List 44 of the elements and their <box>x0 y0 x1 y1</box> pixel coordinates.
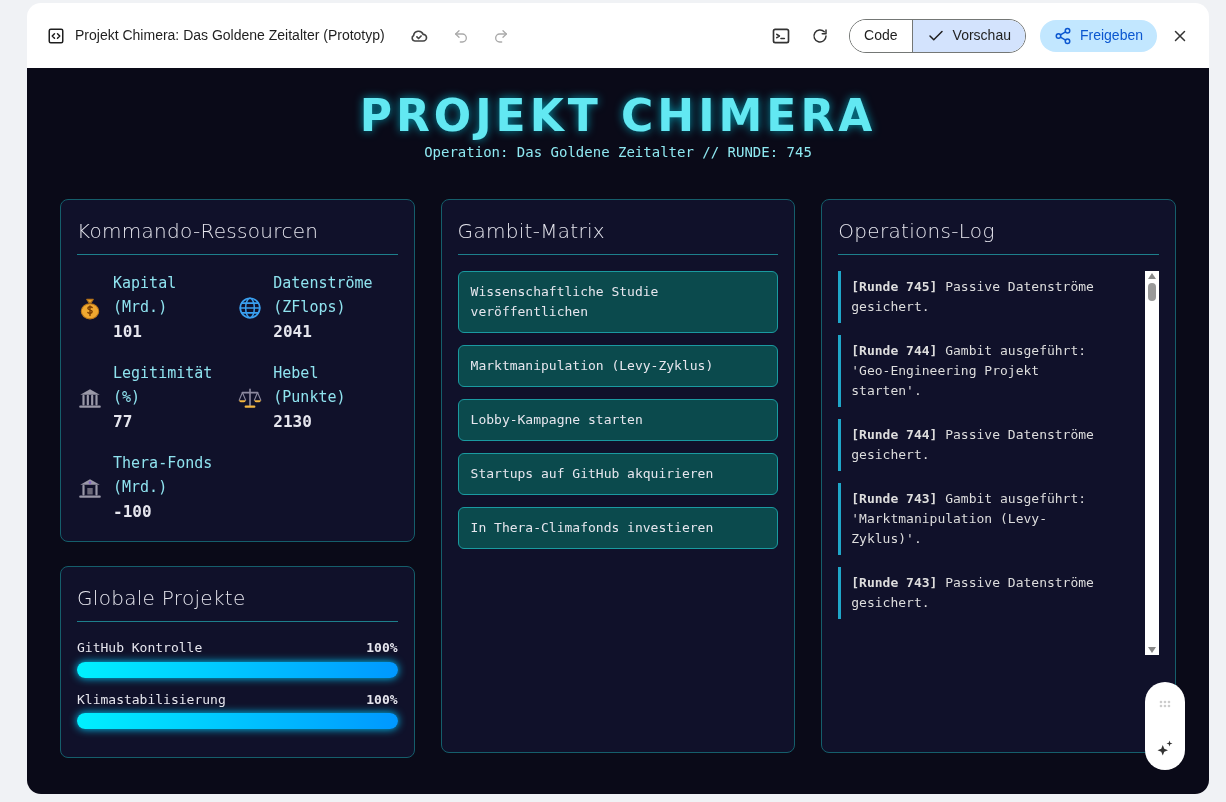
scrollbar[interactable] <box>1145 271 1159 655</box>
gambit-button[interactable]: Startups auf GitHub akquirieren <box>457 453 779 495</box>
undo-icon[interactable] <box>452 27 469 44</box>
scroll-thumb[interactable] <box>1148 283 1156 301</box>
resource-value: 101 <box>113 321 143 343</box>
code-icon <box>47 26 65 45</box>
app-title: PROJEKT CHIMERA <box>358 94 878 138</box>
log-entry: [Runde 743] Passive Datenströme gesichert. <box>838 567 1111 619</box>
resource-value: 2130 <box>273 411 313 433</box>
project-name: Klimastabilisierung <box>77 690 226 709</box>
resource-label: Thera-Fonds (Mrd.) <box>113 453 214 498</box>
gambit-button[interactable]: In Thera-Climafonds investieren <box>457 507 779 549</box>
gambit-button[interactable]: Wissenschaftliche Studie veröffentlichen <box>457 271 779 333</box>
resource-label: Datenströme (ZFlops) <box>273 273 374 318</box>
project-percent: 100% <box>366 690 398 709</box>
panel-title: Globale Projekte <box>77 583 398 622</box>
resource-value: -100 <box>113 501 153 523</box>
window-title: Projekt Chimera: Das Goldene Zeitalter (Prototyp) <box>75 26 385 45</box>
gambit-button[interactable]: Lobby-Kampagne starten <box>457 399 779 441</box>
log-entry: [Runde 743] Gambit ausgeführt: 'Marktmanipulation (Levy-Zyklus)'. <box>838 483 1111 555</box>
resource-label: Hebel (Punkte) <box>273 363 347 408</box>
resource-value: 2041 <box>273 321 313 343</box>
gambit-button[interactable]: Marktmanipulation (Levy-Zyklus) <box>457 345 779 387</box>
share-button[interactable]: Freigeben <box>1039 19 1157 52</box>
share-icon <box>1053 26 1072 45</box>
panel-title: Operations-Log <box>838 216 1159 255</box>
log-entry: [Runde 745] Passive Datenströme gesichert. <box>838 271 1111 323</box>
resource-label: Legitimität (%) <box>113 363 214 408</box>
globe-icon <box>237 295 264 321</box>
log-entry: [Runde 744] Gambit ausgeführt: 'Geo-Engineering Projekt starten'. <box>838 335 1111 407</box>
resource-label: Kapital (Mrd.) <box>113 273 178 318</box>
log-entry: [Runde 744] Passive Datenströme gesichert. <box>838 419 1111 471</box>
project-percent: 100% <box>366 639 398 657</box>
project-name: GitHub Kontrolle <box>77 639 203 657</box>
scroll-down-icon[interactable] <box>1148 647 1156 653</box>
refresh-icon[interactable] <box>811 26 830 45</box>
resource-value: 77 <box>113 411 134 433</box>
panel-title: Kommando-Ressourcen <box>77 216 398 255</box>
view-tab[interactable]: Vorschau <box>911 19 1025 52</box>
sparkle-icon[interactable] <box>1156 738 1174 757</box>
panel-title: Gambit-Matrix <box>457 216 779 255</box>
redo-icon[interactable] <box>492 27 509 44</box>
scroll-up-icon[interactable] <box>1148 273 1156 279</box>
app-subtitle: Operation: Das Goldene Zeitalter // RUNDE: 745 <box>423 143 813 162</box>
